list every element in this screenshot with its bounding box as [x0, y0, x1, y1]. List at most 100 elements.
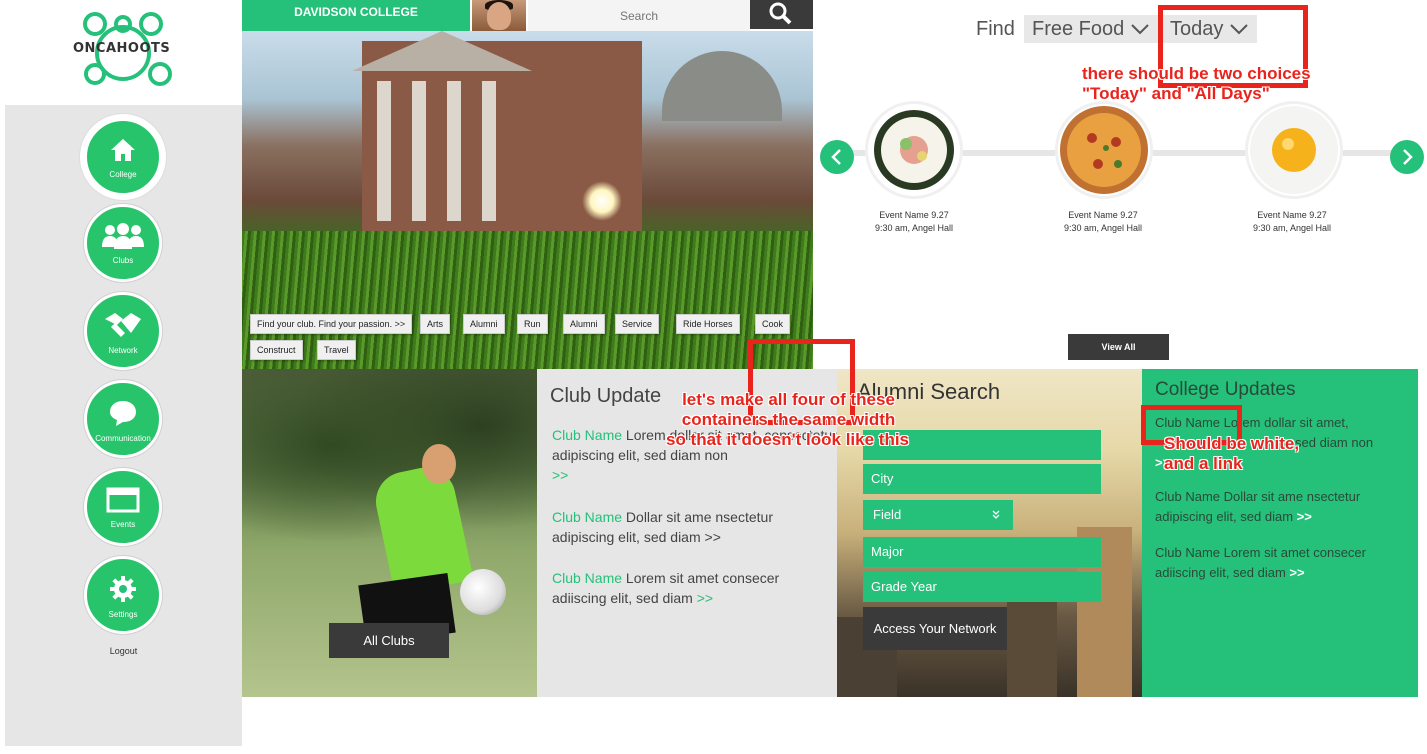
- read-more-link[interactable]: >>: [697, 590, 713, 606]
- avatar[interactable]: [472, 0, 526, 31]
- read-more-link[interactable]: >>: [552, 467, 568, 483]
- event-caption[interactable]: Event Name 9.27 9:30 am, Angel Hall: [854, 209, 974, 235]
- annotation-line: "Today" and "All Days": [1082, 84, 1270, 103]
- chevron-left-icon: [831, 149, 841, 165]
- club-tag-travel[interactable]: Travel: [317, 340, 356, 360]
- sidebar-item-label: Clubs: [112, 256, 134, 265]
- access-network-button[interactable]: Access Your Network: [863, 607, 1007, 650]
- chevron-double-down-icon: [992, 510, 1000, 519]
- logout-link[interactable]: Logout: [5, 646, 242, 656]
- city-field[interactable]: City: [863, 464, 1101, 494]
- club-tag-arts[interactable]: Arts: [420, 314, 451, 334]
- category-dropdown[interactable]: Free Food: [1024, 15, 1158, 43]
- pizza-icon: [1060, 106, 1148, 194]
- search-input[interactable]: [528, 0, 750, 31]
- group-icon: [102, 223, 144, 249]
- hero-column: [447, 81, 461, 221]
- sidebar-item-college[interactable]: College: [84, 118, 162, 196]
- hero-column: [412, 81, 426, 221]
- sidebar-item-network[interactable]: Network: [84, 292, 162, 370]
- carousel-next-button[interactable]: [1390, 140, 1424, 174]
- sidebar-item-communication[interactable]: Communication: [84, 380, 162, 458]
- hero-dome: [662, 51, 782, 121]
- egg-icon: [1250, 106, 1338, 194]
- club-tag-service[interactable]: Service: [615, 314, 660, 334]
- club-tag-intro[interactable]: Find your club. Find your passion. >>: [250, 314, 413, 334]
- app-root: ONCAHOOTS College Clubs Network Communic…: [0, 0, 1427, 754]
- search-button[interactable]: [750, 0, 813, 29]
- event-image-egg[interactable]: [1248, 104, 1340, 196]
- annotation-note: Should be white, and a link: [1164, 434, 1299, 474]
- event-image-sushi[interactable]: [868, 104, 960, 196]
- event-detail: 9:30 am, Angel Hall: [874, 223, 954, 233]
- sidebar-item-events[interactable]: Events: [84, 468, 162, 546]
- event-detail: 9:30 am, Angel Hall: [1252, 223, 1332, 233]
- club-name-link[interactable]: Club Name: [552, 570, 622, 586]
- club-tag-alumni-2[interactable]: Alumni: [563, 314, 605, 334]
- sidebar: ONCAHOOTS College Clubs Network Communic…: [5, 0, 242, 746]
- view-all-button[interactable]: View All: [1068, 334, 1169, 360]
- sidebar-item-label: Network: [108, 346, 138, 355]
- annotation-line: so that it doesn't look like this: [666, 430, 910, 449]
- club-name-link[interactable]: Club Name: [1155, 545, 1220, 560]
- club-name-link[interactable]: Club Name: [1155, 489, 1220, 504]
- carousel-prev-button[interactable]: [820, 140, 854, 174]
- logo-text: ONCAHOOTS: [73, 41, 171, 56]
- event-image-pizza[interactable]: [1058, 104, 1150, 196]
- club-tag-construct[interactable]: Construct: [250, 340, 303, 360]
- grade-year-field[interactable]: Grade Year: [863, 572, 1101, 602]
- handshake-icon: [105, 313, 141, 337]
- field-select[interactable]: Field: [863, 500, 1013, 530]
- logo[interactable]: ONCAHOOTS: [5, 0, 242, 105]
- clubs-image-ball: [460, 569, 506, 615]
- college-update-text: orem dollar sit amet,: [1230, 415, 1349, 430]
- annotation-line: Should be white,: [1164, 434, 1300, 453]
- event-caption[interactable]: Event Name 9.27 9:30 am, Angel Hall: [1043, 209, 1163, 235]
- event-caption[interactable]: Event Name 9.27 9:30 am, Angel Hall: [1232, 209, 1352, 235]
- event-detail: 9:30 am, Angel Hall: [1063, 223, 1143, 233]
- event-name: Event Name 9.27: [1257, 210, 1327, 220]
- college-updates-title: College Updates: [1155, 379, 1296, 400]
- home-icon: [111, 139, 135, 161]
- club-tag-run[interactable]: Run: [517, 314, 548, 334]
- hero-column: [482, 81, 496, 221]
- college-update-text-line2: sed diam non: [1295, 435, 1374, 450]
- all-clubs-button[interactable]: All Clubs: [329, 623, 449, 658]
- chevron-right-icon: [1403, 149, 1413, 165]
- club-name-link[interactable]: Club Name: [552, 427, 622, 443]
- annotation-note: there should be two choices "Today" and …: [1082, 64, 1311, 104]
- club-tag-alumni[interactable]: Alumni: [463, 314, 505, 334]
- annotation-line: and a link: [1164, 454, 1243, 473]
- read-more-link[interactable]: >>: [1289, 565, 1304, 580]
- field-select-value: Field: [873, 507, 902, 522]
- category-value: Free Food: [1032, 18, 1125, 40]
- annotation-note: let's make all four of these containers …: [666, 390, 910, 450]
- find-label: Find: [976, 18, 1015, 40]
- club-tag-cook[interactable]: Cook: [755, 314, 791, 334]
- event-name: Event Name 9.27: [879, 210, 949, 220]
- sidebar-item-label: Events: [110, 520, 136, 529]
- chevron-down-icon: [1131, 24, 1149, 35]
- annotation-line: containers the same width: [681, 410, 896, 429]
- college-name-tab[interactable]: DAVIDSON COLLEGE: [242, 0, 470, 31]
- college-update-item: Club Name Lorem sit amet consecer adiisc…: [1155, 543, 1413, 583]
- college-update-item: Club Name Dollar sit ame nsectetur adipi…: [1155, 487, 1413, 527]
- annotation-line: let's make all four of these: [682, 390, 895, 409]
- club-update-item: Club Name Lorem sit amet consecer adiisc…: [552, 568, 832, 608]
- alumni-skyline: [1007, 587, 1057, 697]
- calendar-window-icon: [106, 487, 140, 513]
- read-more-link[interactable]: >>: [1297, 509, 1312, 524]
- club-updates-title: Club Update: [550, 385, 662, 407]
- club-tag-ride-horses[interactable]: Ride Horses: [676, 314, 740, 334]
- hero-column: [377, 81, 391, 221]
- gear-icon: [110, 576, 136, 602]
- major-field[interactable]: Major: [863, 537, 1101, 567]
- sidebar-item-label: College: [109, 170, 137, 179]
- sidebar-item-clubs[interactable]: Clubs: [84, 204, 162, 282]
- hero-sun: [582, 181, 622, 221]
- sidebar-item-settings[interactable]: Settings: [84, 556, 162, 634]
- club-name-link[interactable]: Club Name: [552, 509, 622, 525]
- annotation-line: there should be two choices: [1082, 64, 1311, 83]
- sidebar-item-label: Settings: [108, 610, 138, 619]
- chat-bubble-icon: [110, 401, 136, 426]
